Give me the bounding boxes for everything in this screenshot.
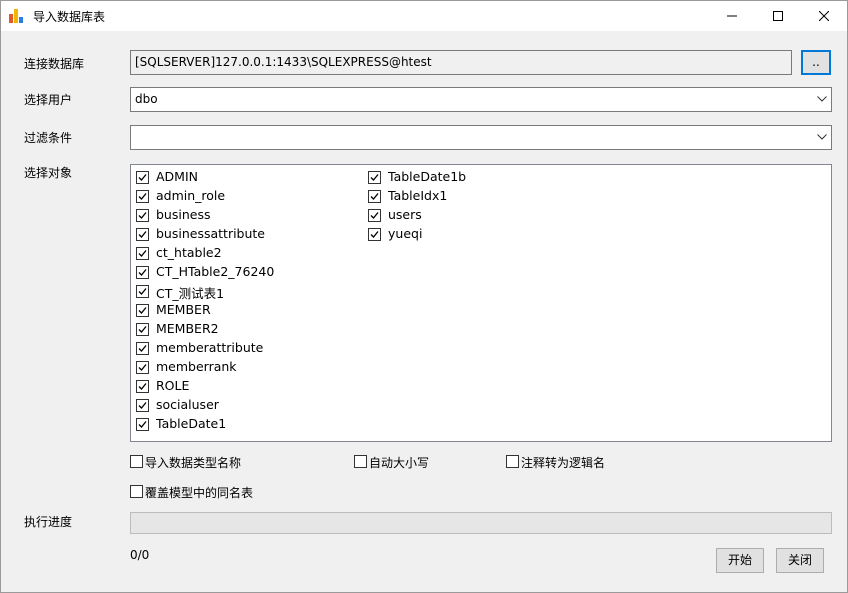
window-title: 导入数据库表 xyxy=(33,10,106,24)
checkbox-box[interactable] xyxy=(136,247,149,260)
list-item-label: MEMBER xyxy=(156,302,211,317)
list-item-label: socialuser xyxy=(156,397,219,412)
checkbox-box[interactable] xyxy=(136,190,149,203)
checkbox-box[interactable] xyxy=(136,228,149,241)
progress-label: 执行进度 xyxy=(24,515,73,529)
close-window-button[interactable] xyxy=(801,1,847,31)
import-tables-dialog: 导入数据库表 连接数据库 [SQLSERVER]127.0.0.1:1433\S… xyxy=(0,0,848,593)
list-item-label: TableDate1 xyxy=(156,416,227,431)
check-icon xyxy=(138,326,147,333)
checkbox-box[interactable] xyxy=(136,304,149,317)
start-button[interactable]: 开始 xyxy=(716,548,764,573)
checkbox-box[interactable] xyxy=(136,418,149,431)
list-item-label: users xyxy=(388,207,422,222)
check-icon xyxy=(138,364,147,371)
connection-label: 连接数据库 xyxy=(24,57,85,71)
check-icon xyxy=(138,383,147,390)
user-value: dbo xyxy=(135,92,158,106)
check-icon xyxy=(138,402,147,409)
check-icon xyxy=(138,421,147,428)
close-button[interactable]: 关闭 xyxy=(776,548,824,573)
check-icon xyxy=(138,174,147,181)
objects-checklist[interactable]: ADMIN admin_role business businessattribute… xyxy=(130,164,832,442)
checkbox-box[interactable] xyxy=(136,285,149,298)
user-label: 选择用户 xyxy=(24,93,73,107)
list-item-label: yueqi xyxy=(388,226,423,241)
check-icon xyxy=(138,193,147,200)
chevron-down-icon xyxy=(817,134,827,140)
list-item-label: TableDate1b xyxy=(388,169,467,184)
title-bar: 导入数据库表 xyxy=(1,1,847,31)
checkbox-box[interactable] xyxy=(368,190,381,203)
checkbox-box[interactable] xyxy=(130,485,143,498)
list-item-label: ROLE xyxy=(156,378,190,393)
list-item-label: businessattribute xyxy=(156,226,266,241)
minimize-button[interactable] xyxy=(709,1,755,31)
minimize-icon xyxy=(727,15,737,17)
maximize-icon xyxy=(773,11,783,21)
checkbox-box[interactable] xyxy=(130,455,143,468)
checkbox-box[interactable] xyxy=(136,380,149,393)
check-icon xyxy=(138,231,147,238)
checkbox-box[interactable] xyxy=(368,228,381,241)
check-icon xyxy=(138,345,147,352)
checkbox-box[interactable] xyxy=(136,399,149,412)
checkbox-box[interactable] xyxy=(136,342,149,355)
checkbox-box[interactable] xyxy=(136,361,149,374)
list-item-label: admin_role xyxy=(156,188,226,203)
check-icon xyxy=(138,307,147,314)
check-icon xyxy=(370,174,379,181)
checkbox-box[interactable] xyxy=(136,323,149,336)
check-icon xyxy=(370,193,379,200)
connection-value: [SQLSERVER]127.0.0.1:1433\SQLEXPRESS@hte… xyxy=(135,55,432,69)
list-item-label: ct_htable2 xyxy=(156,245,222,260)
browse-connection-button[interactable]: .. xyxy=(801,50,831,75)
list-item-label: CT_测试表1 xyxy=(156,286,225,301)
checkbox-box[interactable] xyxy=(136,266,149,279)
user-select[interactable]: dbo xyxy=(130,87,832,112)
progress-count: 0/0 xyxy=(130,548,150,562)
checkbox-box[interactable] xyxy=(136,171,149,184)
check-icon xyxy=(370,212,379,219)
list-item-label: TableIdx1 xyxy=(388,188,448,203)
check-icon xyxy=(138,250,147,257)
check-icon xyxy=(138,288,147,295)
check-icon xyxy=(138,269,147,276)
checkbox-box[interactable] xyxy=(354,455,367,468)
connection-field[interactable]: [SQLSERVER]127.0.0.1:1433\SQLEXPRESS@hte… xyxy=(130,50,792,75)
progress-bar xyxy=(130,512,832,534)
checkbox-box[interactable] xyxy=(368,171,381,184)
list-item-label: memberattribute xyxy=(156,340,264,355)
checkbox-box[interactable] xyxy=(368,209,381,222)
maximize-button[interactable] xyxy=(755,1,801,31)
app-icon xyxy=(9,9,25,23)
list-item-label: MEMBER2 xyxy=(156,321,219,336)
objects-label: 选择对象 xyxy=(24,166,73,180)
close-icon xyxy=(819,11,829,21)
list-item-label: business xyxy=(156,207,211,222)
filter-select[interactable] xyxy=(130,125,832,150)
list-item-label: ADMIN xyxy=(156,169,198,184)
filter-label: 过滤条件 xyxy=(24,131,73,145)
list-item-label: CT_HTable2_76240 xyxy=(156,264,275,279)
checkbox-box[interactable] xyxy=(136,209,149,222)
check-icon xyxy=(138,212,147,219)
checkbox-box[interactable] xyxy=(506,455,519,468)
list-item-label: memberrank xyxy=(156,359,237,374)
check-icon xyxy=(370,231,379,238)
chevron-down-icon xyxy=(817,96,827,102)
